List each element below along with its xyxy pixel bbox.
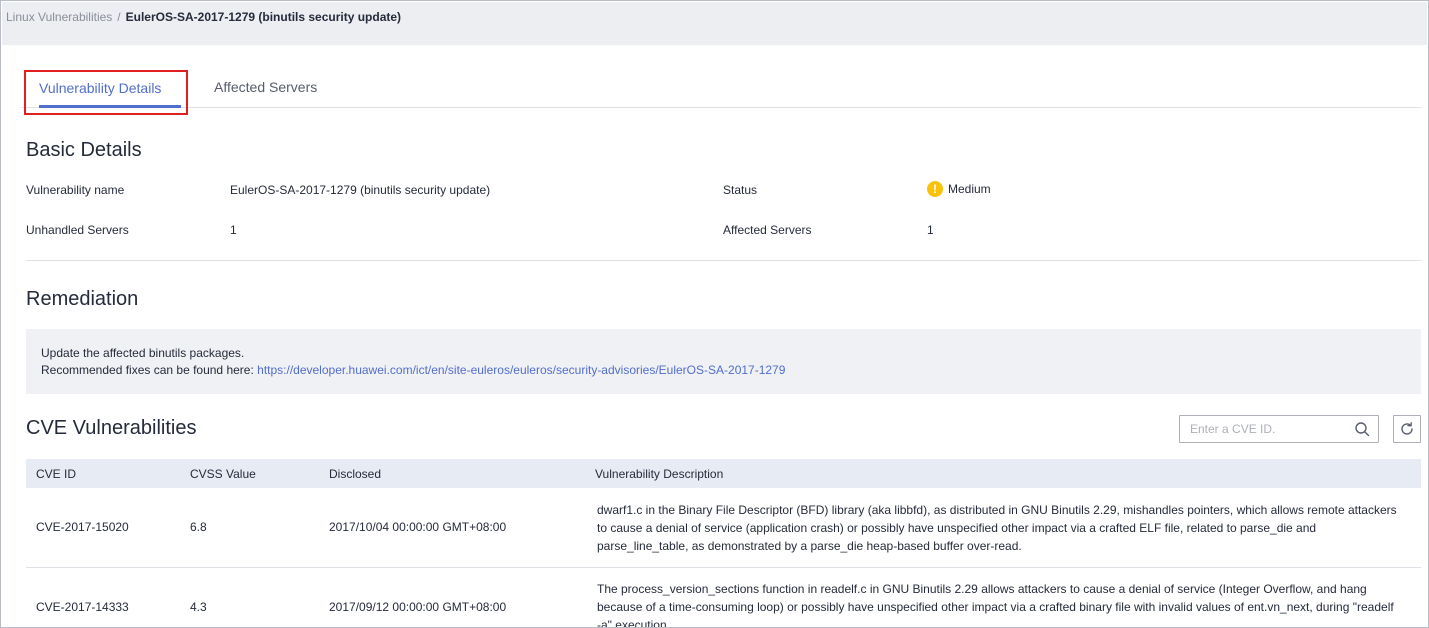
column-header-disclosed: Disclosed xyxy=(319,459,585,488)
breadcrumb: Linux Vulnerabilities / EulerOS-SA-2017-12… xyxy=(6,10,401,24)
main-content: Vulnerability Details Affected Servers B… xyxy=(2,45,1427,627)
remediation-box: Update the affected binutils packages. R… xyxy=(26,329,1421,394)
unhandled-servers-value: 1 xyxy=(230,223,237,237)
tab-bar: Vulnerability Details Affected Servers xyxy=(21,70,1421,115)
vulnerability-name-label: Vulnerability name xyxy=(26,183,125,197)
remediation-fix-line: Recommended fixes can be found here: htt… xyxy=(41,363,785,377)
column-header-cvss-value: CVSS Value xyxy=(180,459,319,488)
table-row: CVE-2017-14333 4.3 2017/09/12 00:00:00 G… xyxy=(26,567,1421,627)
refresh-button[interactable] xyxy=(1393,415,1421,443)
section-divider xyxy=(26,260,1421,261)
affected-servers-label: Affected Servers xyxy=(723,223,812,237)
cve-table: CVE ID CVSS Value Disclosed Vulnerabilit… xyxy=(26,459,1421,627)
remediation-text: Update the affected binutils packages. xyxy=(41,346,245,360)
affected-servers-value: 1 xyxy=(927,223,934,237)
warning-icon: ! xyxy=(927,181,943,197)
disclosed-cell: 2017/09/12 00:00:00 GMT+08:00 xyxy=(319,567,585,627)
cve-search-box xyxy=(1179,415,1379,443)
status-label: Status xyxy=(723,183,758,197)
basic-details-title: Basic Details xyxy=(26,139,142,161)
status-badge: ! Medium xyxy=(927,181,991,197)
breadcrumb-parent-link[interactable]: Linux Vulnerabilities xyxy=(6,10,112,24)
tab-affected-servers[interactable]: Affected Servers xyxy=(214,71,317,108)
vulnerability-name-value: EulerOS-SA-2017-1279 (binutils security … xyxy=(230,183,491,197)
refresh-icon xyxy=(1401,422,1413,435)
tab-vulnerability-details-label: Vulnerability Details xyxy=(39,80,162,96)
unhandled-servers-label: Unhandled Servers xyxy=(26,223,129,237)
breadcrumb-separator: / xyxy=(117,10,121,24)
remediation-link[interactable]: https://developer.huawei.com/ict/en/site… xyxy=(257,363,785,377)
column-header-cve-id: CVE ID xyxy=(26,459,180,488)
table-row: CVE-2017-15020 6.8 2017/10/04 00:00:00 G… xyxy=(26,488,1421,568)
cve-id-cell: CVE-2017-15020 xyxy=(26,488,180,568)
table-header-row: CVE ID CVSS Value Disclosed Vulnerabilit… xyxy=(26,459,1421,488)
description-cell: dwarf1.c in the Binary File Descriptor (… xyxy=(585,488,1421,568)
cve-id-cell: CVE-2017-14333 xyxy=(26,567,180,627)
cvss-value-cell: 6.8 xyxy=(180,488,319,568)
tab-vulnerability-details[interactable]: Vulnerability Details xyxy=(24,70,188,115)
remediation-title: Remediation xyxy=(26,288,139,310)
breadcrumb-current: EulerOS-SA-2017-1279 (binutils security … xyxy=(125,10,402,24)
remediation-fix-prefix: Recommended fixes can be found here: xyxy=(41,363,258,377)
description-cell: The process_version_sections function in… xyxy=(585,567,1421,627)
page-frame: Linux Vulnerabilities / EulerOS-SA-2017-12… xyxy=(0,0,1429,628)
cve-vulnerabilities-title: CVE Vulnerabilities xyxy=(26,417,197,439)
column-header-description: Vulnerability Description xyxy=(585,459,1421,488)
search-icon[interactable] xyxy=(1354,421,1370,437)
disclosed-cell: 2017/10/04 00:00:00 GMT+08:00 xyxy=(319,488,585,568)
cve-search-input[interactable] xyxy=(1180,416,1348,442)
status-value: Medium xyxy=(948,182,991,196)
cvss-value-cell: 4.3 xyxy=(180,567,319,627)
breadcrumb-bar: Linux Vulnerabilities / EulerOS-SA-2017-12… xyxy=(2,2,1427,45)
active-tab-indicator xyxy=(39,105,181,108)
